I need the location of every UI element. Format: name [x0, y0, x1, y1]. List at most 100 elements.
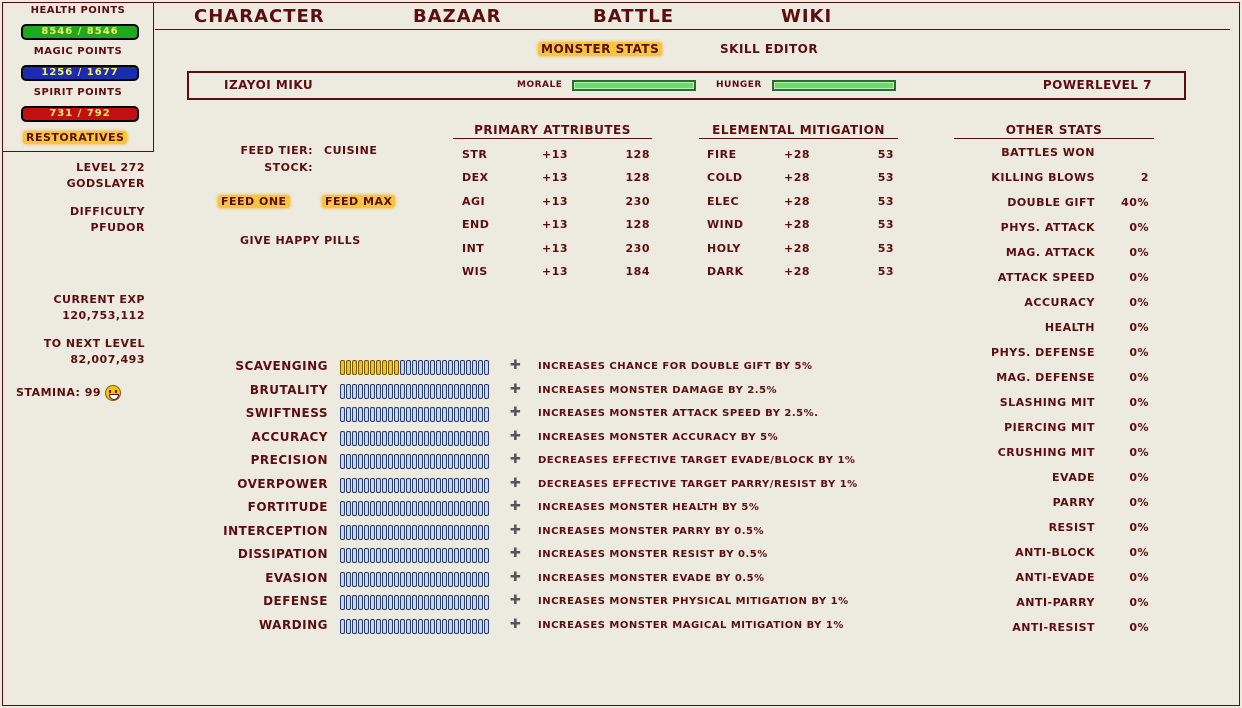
skill-pip[interactable]: [382, 407, 387, 422]
skill-pip[interactable]: [382, 430, 387, 446]
skill-pip[interactable]: [484, 548, 489, 563]
skill-pip[interactable]: [394, 618, 399, 634]
skill-pip[interactable]: [388, 454, 393, 469]
skill-pip[interactable]: [358, 477, 363, 493]
skill-pip[interactable]: [412, 407, 417, 422]
skill-pip[interactable]: [400, 571, 405, 587]
skill-pip[interactable]: [430, 477, 435, 493]
skill-pip[interactable]: [424, 383, 429, 399]
skill-pip[interactable]: [448, 501, 453, 516]
skill-pip[interactable]: [460, 407, 465, 422]
skill-pip[interactable]: [346, 548, 351, 563]
skill-pip[interactable]: [352, 430, 357, 446]
skill-pip[interactable]: [370, 477, 375, 493]
skill-pip[interactable]: [436, 548, 441, 563]
skill-pip[interactable]: [376, 618, 381, 634]
skill-pip[interactable]: [442, 360, 447, 375]
skill-pip[interactable]: [418, 454, 423, 469]
skill-pip[interactable]: [412, 501, 417, 516]
skill-pip[interactable]: [448, 524, 453, 540]
skill-pip[interactable]: [406, 477, 411, 493]
skill-pip[interactable]: [412, 524, 417, 540]
skill-pip[interactable]: [460, 571, 465, 587]
skill-pip[interactable]: [388, 501, 393, 516]
skill-pip[interactable]: [466, 383, 471, 399]
skill-pip[interactable]: [412, 571, 417, 587]
skill-pip[interactable]: [352, 383, 357, 399]
skill-pip[interactable]: [472, 524, 477, 540]
skill-pip[interactable]: [352, 454, 357, 469]
skill-pip[interactable]: [382, 383, 387, 399]
skill-pip[interactable]: [364, 430, 369, 446]
skill-pip[interactable]: [484, 595, 489, 610]
skill-pip[interactable]: [454, 571, 459, 587]
skill-pip[interactable]: [484, 501, 489, 516]
skill-pip[interactable]: [484, 477, 489, 493]
skill-pip[interactable]: [448, 430, 453, 446]
skill-pip[interactable]: [352, 501, 357, 516]
skill-pip[interactable]: [406, 595, 411, 610]
nav-wiki[interactable]: Wiki: [781, 6, 832, 27]
skill-pip[interactable]: [340, 595, 345, 610]
skill-pip[interactable]: [388, 595, 393, 610]
skill-pip[interactable]: [424, 548, 429, 563]
skill-pip[interactable]: [400, 430, 405, 446]
skill-pip[interactable]: [400, 595, 405, 610]
skill-pip[interactable]: [406, 571, 411, 587]
skill-pip[interactable]: [430, 501, 435, 516]
skill-pip[interactable]: [412, 595, 417, 610]
skill-pip[interactable]: [418, 383, 423, 399]
skill-pip[interactable]: [436, 383, 441, 399]
skill-pip[interactable]: [442, 548, 447, 563]
skill-pip[interactable]: [358, 407, 363, 422]
skill-pip[interactable]: [400, 618, 405, 634]
skill-pip[interactable]: [424, 524, 429, 540]
skill-pip[interactable]: [442, 524, 447, 540]
skill-pip[interactable]: [370, 501, 375, 516]
skill-pip[interactable]: [466, 571, 471, 587]
skill-pip[interactable]: [406, 501, 411, 516]
skill-pip[interactable]: [388, 571, 393, 587]
skill-pip[interactable]: [394, 548, 399, 563]
plus-icon[interactable]: ✚: [510, 382, 521, 397]
skill-pip[interactable]: [424, 430, 429, 446]
plus-icon[interactable]: ✚: [510, 523, 521, 538]
skill-pip[interactable]: [424, 477, 429, 493]
skill-pip[interactable]: [376, 595, 381, 610]
skill-pip[interactable]: [448, 454, 453, 469]
skill-pip[interactable]: [358, 595, 363, 610]
skill-pip[interactable]: [376, 454, 381, 469]
skill-pip[interactable]: [376, 477, 381, 493]
plus-icon[interactable]: ✚: [510, 617, 521, 632]
skill-pip[interactable]: [424, 360, 429, 375]
skill-pip[interactable]: [478, 595, 483, 610]
skill-pip[interactable]: [358, 454, 363, 469]
skill-pip[interactable]: [370, 595, 375, 610]
skill-pip[interactable]: [358, 618, 363, 634]
skill-pip[interactable]: [370, 360, 375, 375]
skill-pip[interactable]: [352, 571, 357, 587]
skill-pip[interactable]: [388, 383, 393, 399]
skill-pip[interactable]: [364, 595, 369, 610]
tab-skill-editor[interactable]: Skill Editor: [720, 42, 818, 56]
skill-pip[interactable]: [394, 383, 399, 399]
skill-pip[interactable]: [352, 524, 357, 540]
skill-pip[interactable]: [442, 454, 447, 469]
skill-pip[interactable]: [484, 430, 489, 446]
feed-one-button[interactable]: Feed One: [218, 195, 290, 208]
skill-pip[interactable]: [478, 571, 483, 587]
skill-pip[interactable]: [394, 595, 399, 610]
skill-pip[interactable]: [400, 524, 405, 540]
nav-battle[interactable]: Battle: [593, 6, 674, 27]
skill-pip[interactable]: [454, 477, 459, 493]
skill-pip[interactable]: [370, 571, 375, 587]
skill-pip[interactable]: [412, 477, 417, 493]
skill-pip[interactable]: [424, 407, 429, 422]
skill-pip[interactable]: [382, 501, 387, 516]
skill-pip[interactable]: [364, 501, 369, 516]
skill-pip[interactable]: [472, 477, 477, 493]
skill-pip[interactable]: [340, 501, 345, 516]
skill-pip[interactable]: [340, 548, 345, 563]
skill-pip[interactable]: [466, 548, 471, 563]
skill-pip[interactable]: [400, 501, 405, 516]
